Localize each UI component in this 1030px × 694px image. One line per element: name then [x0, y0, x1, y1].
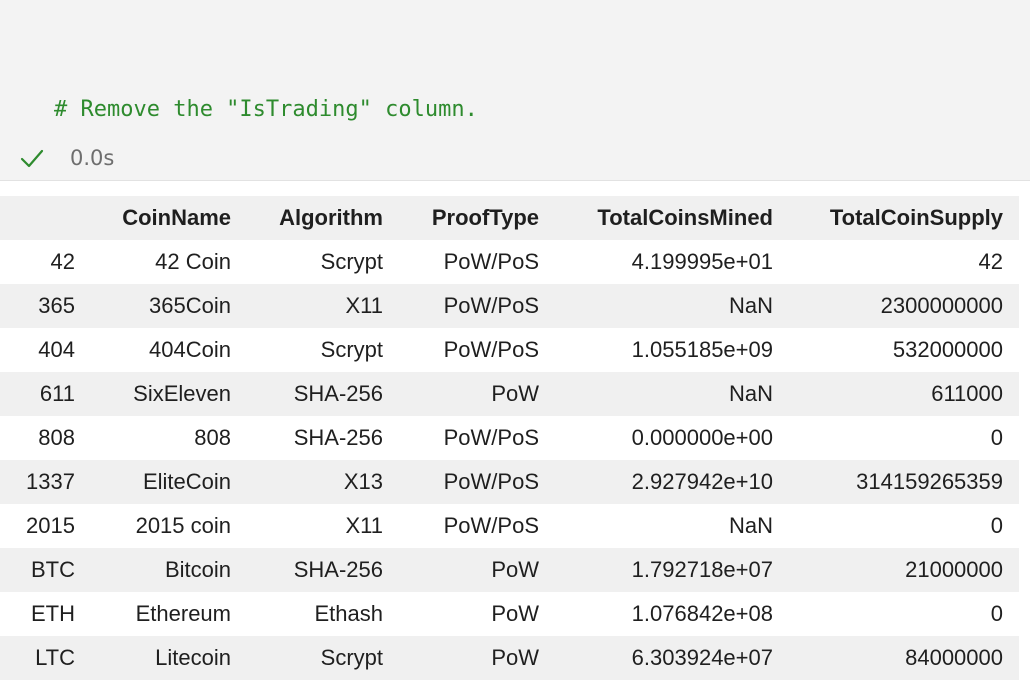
table-row: 611 SixEleven SHA-256 PoW NaN 611000: [0, 372, 1019, 416]
column-header-algorithm: Algorithm: [279, 205, 383, 230]
row-index: 1337: [26, 469, 75, 494]
row-index: 404: [38, 337, 75, 362]
cell-prooftype: PoW: [491, 381, 539, 406]
cell-prooftype: PoW/PoS: [443, 469, 539, 494]
cell-algorithm: Scrypt: [320, 249, 383, 274]
cell-totalcoinsmined: 6.303924e+07: [631, 645, 773, 670]
table-row: 42 42 Coin Scrypt PoW/PoS 4.199995e+01 42: [0, 240, 1019, 284]
row-index: 42: [50, 249, 75, 274]
table-header-row: CoinName Algorithm ProofType TotalCoinsM…: [0, 196, 1019, 240]
cell-coinname: 2015 coin: [135, 513, 231, 538]
cell-prooftype: PoW: [491, 645, 539, 670]
table-row: 404 404Coin Scrypt PoW/PoS 1.055185e+09 53200…: [0, 328, 1019, 372]
check-icon: [20, 149, 44, 168]
cell-algorithm: X11: [345, 293, 383, 318]
code-line-1: # Remove the "IsTrading" column.: [54, 92, 677, 128]
row-index: BTC: [31, 557, 75, 582]
column-header-totalcoinsupply: TotalCoinSupply: [829, 205, 1003, 230]
cell-totalcoinsmined: 1.792718e+07: [631, 557, 773, 582]
cell-coinname: Bitcoin: [164, 557, 231, 582]
cell-totalcoinsupply: 611000: [931, 381, 1003, 406]
cell-algorithm: X11: [345, 513, 383, 538]
cell-prooftype: PoW/PoS: [443, 337, 539, 362]
cell-algorithm: Scrypt: [320, 337, 383, 362]
cell-coinname: 808: [194, 425, 231, 450]
table-row: LTC Litecoin Scrypt PoW 6.303924e+07 84000000: [0, 636, 1019, 680]
cell-totalcoinsupply: 42: [978, 249, 1003, 274]
cell-totalcoinsupply: 314159265359: [856, 469, 1003, 494]
cell-coinname: 365Coin: [149, 293, 231, 318]
row-index: 611: [39, 381, 75, 406]
execution-time: 0.0s: [70, 146, 115, 170]
cell-totalcoinsmined: 1.055185e+09: [631, 337, 773, 362]
table-row: 2015 2015 coin X11 PoW/PoS NaN 0: [0, 504, 1019, 548]
table-row: 365 365Coin X11 PoW/PoS NaN 2300000000: [0, 284, 1019, 328]
cell-totalcoinsupply: 21000000: [905, 557, 1003, 582]
cell-algorithm: SHA-256: [293, 381, 383, 406]
cell-coinname: SixEleven: [133, 381, 231, 406]
cell-prooftype: PoW/PoS: [443, 513, 539, 538]
table-row: 808 808 SHA-256 PoW/PoS 0.000000e+00 0: [0, 416, 1019, 460]
cell-prooftype: PoW/PoS: [443, 293, 539, 318]
cell-algorithm: Ethash: [314, 601, 384, 626]
cell-totalcoinsupply: 0: [990, 425, 1003, 450]
table-row: BTC Bitcoin SHA-256 PoW 1.792718e+07 21000000: [0, 548, 1019, 592]
cell-totalcoinsmined: 2.927942e+10: [631, 469, 773, 494]
row-index: 365: [38, 293, 75, 318]
dataframe-table: CoinName Algorithm ProofType TotalCoinsM…: [0, 196, 1019, 680]
column-header-coinname: CoinName: [122, 205, 231, 230]
table-row: ETH Ethereum Ethash PoW 1.076842e+08 0: [0, 592, 1019, 636]
column-header-totalcoinsmined: TotalCoinsMined: [597, 205, 773, 230]
cell-output: CoinName Algorithm ProofType TotalCoinsM…: [0, 196, 1030, 680]
cell-coinname: EliteCoin: [142, 469, 231, 494]
code-comment: # Remove the "IsTrading" column.: [54, 97, 478, 122]
row-index: ETH: [31, 601, 75, 626]
cell-coinname: Litecoin: [155, 645, 231, 670]
cell-totalcoinsupply: 2300000000: [880, 293, 1003, 318]
cell-totalcoinsmined: 1.076842e+08: [631, 601, 773, 626]
cell-totalcoinsmined: 4.199995e+01: [631, 249, 773, 274]
cell-totalcoinsupply: 84000000: [905, 645, 1003, 670]
row-index: 808: [38, 425, 75, 450]
cell-totalcoinsupply: 532000000: [892, 337, 1003, 362]
cell-algorithm: X13: [343, 469, 383, 494]
column-header-index: [0, 196, 75, 240]
cell-totalcoinsmined: NaN: [728, 293, 773, 318]
cell-totalcoinsmined: 0.000000e+00: [631, 425, 773, 450]
execution-status: 0.0s: [20, 140, 114, 176]
cell-totalcoinsupply: 0: [990, 601, 1003, 626]
cell-totalcoinsmined: NaN: [728, 513, 773, 538]
cell-algorithm: SHA-256: [293, 557, 383, 582]
cell-prooftype: PoW/PoS: [443, 249, 539, 274]
column-header-prooftype: ProofType: [431, 205, 539, 230]
cell-coinname: Ethereum: [135, 601, 231, 626]
code-cell[interactable]: # Remove the "IsTrading" column. crypto_…: [0, 0, 1030, 338]
table-row: 1337 EliteCoin X13 PoW/PoS 2.927942e+10 31415…: [0, 460, 1019, 504]
cell-prooftype: PoW: [491, 601, 539, 626]
cell-totalcoinsupply: 0: [990, 513, 1003, 538]
cell-totalcoinsmined: NaN: [728, 381, 773, 406]
cell-algorithm: Scrypt: [320, 645, 383, 670]
cell-algorithm: SHA-256: [293, 425, 383, 450]
row-index: LTC: [35, 645, 75, 670]
row-index: 2015: [26, 513, 75, 538]
cell-coinname: 404Coin: [149, 337, 231, 362]
cell-prooftype: PoW: [491, 557, 539, 582]
cell-coinname: 42 Coin: [155, 249, 231, 274]
cell-prooftype: PoW/PoS: [443, 425, 539, 450]
